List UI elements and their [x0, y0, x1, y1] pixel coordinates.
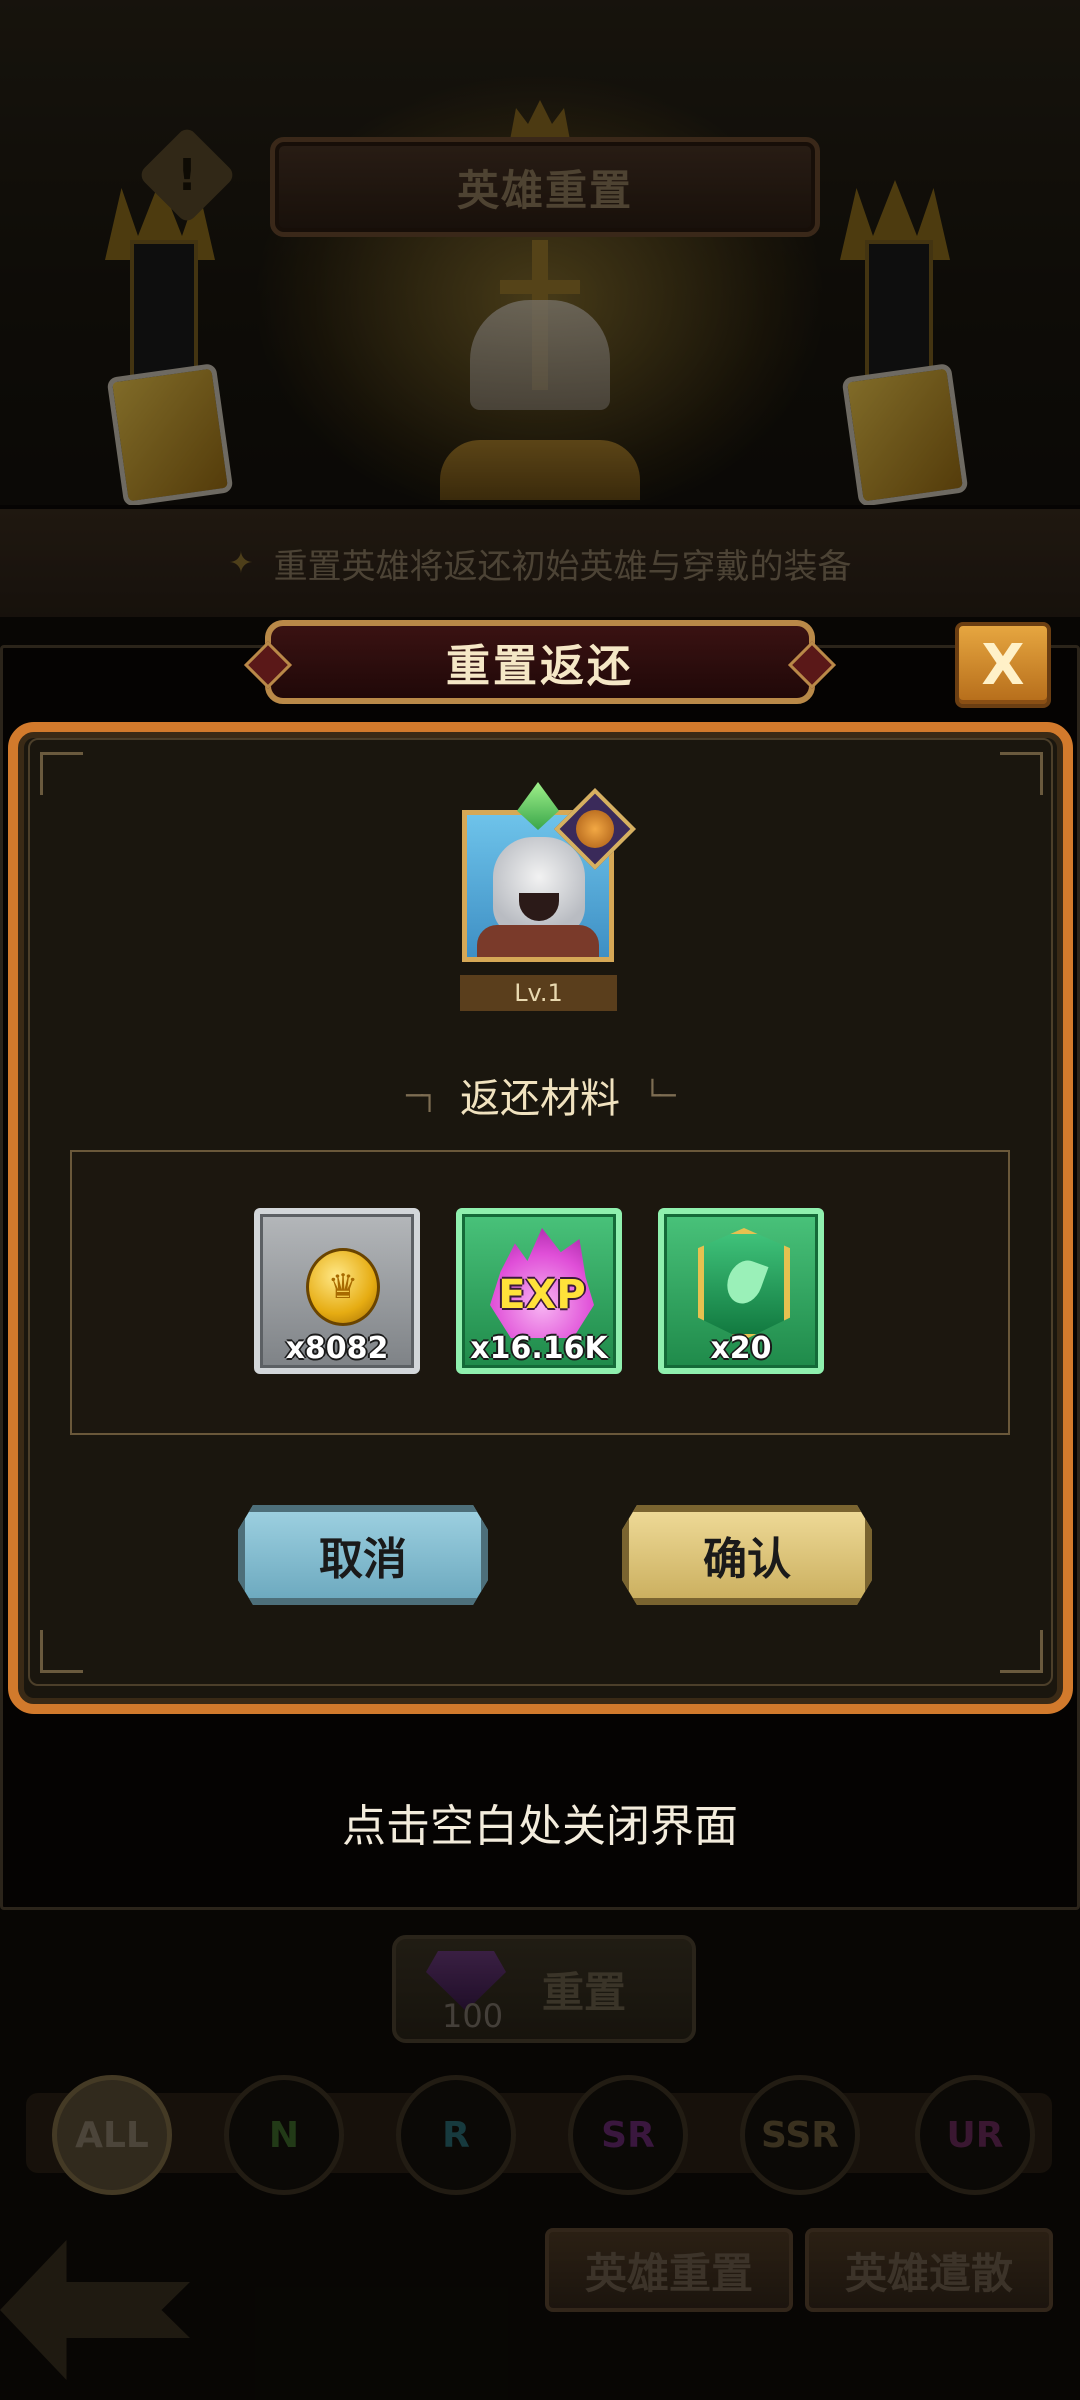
section-title: ─┐ 返还材料 └─	[360, 1068, 720, 1122]
close-hint: 点击空白处关闭界面	[342, 1801, 738, 1852]
title-deco-left: ─┐	[406, 1078, 438, 1112]
section-title-text: 返还材料	[460, 1076, 620, 1122]
dialog-title: 重置返还	[265, 620, 815, 704]
material-quantity: x8082	[285, 1331, 389, 1366]
title-deco-right: └─	[644, 1078, 676, 1112]
corner-ornament	[40, 752, 83, 795]
material-item-gold[interactable]: ♛ x8082	[254, 1208, 420, 1374]
corner-ornament	[40, 1630, 83, 1673]
material-quantity: x20	[710, 1331, 772, 1366]
material-quantity: x16.16K	[470, 1331, 608, 1366]
cancel-button[interactable]: 取消	[238, 1505, 488, 1605]
corner-ornament	[1000, 1630, 1043, 1673]
material-item-exp[interactable]: EXP x16.16K	[456, 1208, 622, 1374]
coin-icon: ♛	[306, 1248, 380, 1326]
exp-label: EXP	[498, 1272, 586, 1318]
hero-level: Lv.1	[460, 975, 617, 1011]
corner-ornament	[1000, 752, 1043, 795]
close-icon: X	[981, 632, 1025, 698]
material-item-emblem[interactable]: x20	[658, 1208, 824, 1374]
close-button[interactable]: X	[955, 622, 1051, 708]
confirm-button[interactable]: 确认	[622, 1505, 872, 1605]
green-emblem-icon	[698, 1228, 790, 1340]
